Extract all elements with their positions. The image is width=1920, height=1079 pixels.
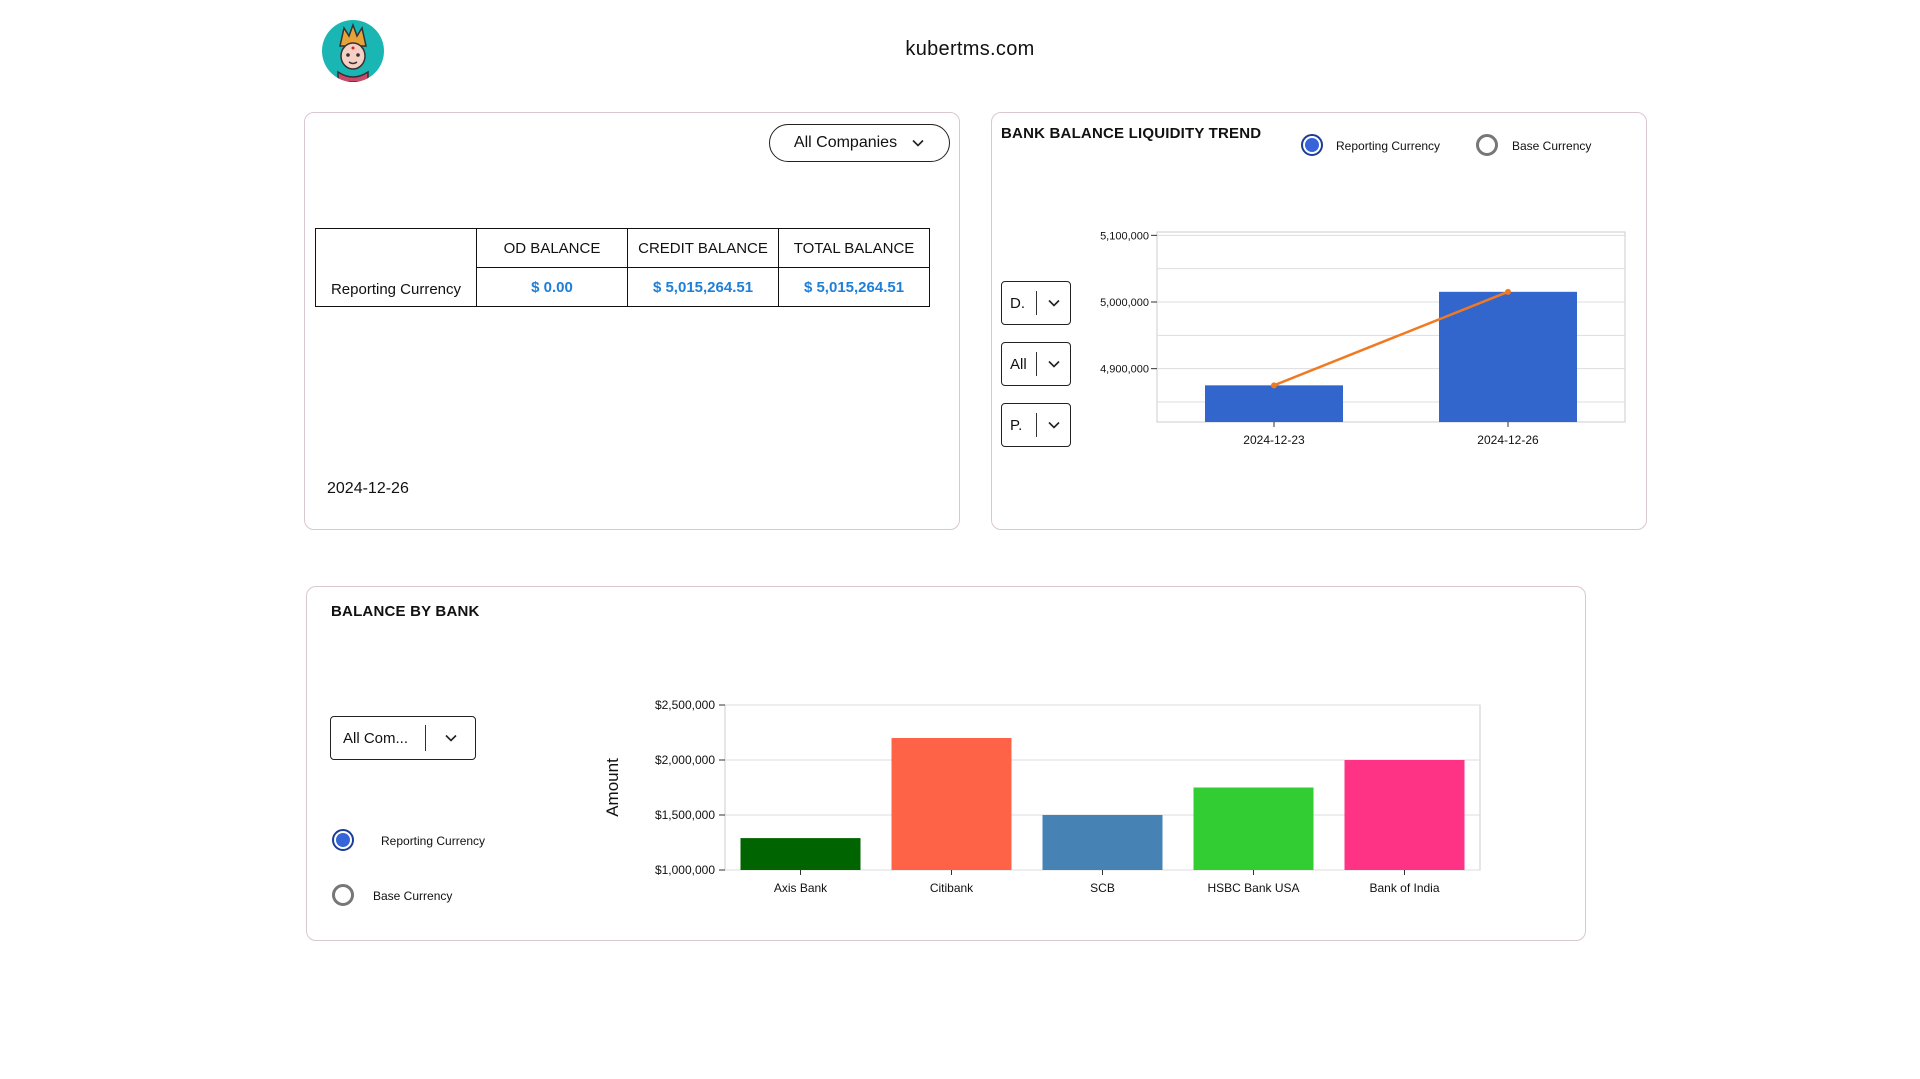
- y-tick-label: 5,100,000: [1100, 230, 1149, 242]
- row-label: Reporting Currency: [315, 228, 477, 307]
- y-tick-label: $2,500,000: [655, 698, 715, 712]
- bank-reporting-currency-radio[interactable]: [332, 829, 354, 851]
- trend-bank-select[interactable]: P.: [1001, 403, 1071, 447]
- y-axis-label: Amount: [603, 758, 622, 817]
- y-tick-label: 5,000,000: [1100, 297, 1149, 309]
- balance-date: 2024-12-26: [327, 480, 409, 497]
- chevron-down-icon: [1047, 299, 1060, 307]
- column-header-od: OD BALANCE: [476, 228, 628, 268]
- x-tick-label: Bank of India: [1369, 881, 1439, 895]
- bank-base-currency-radio[interactable]: [332, 884, 354, 906]
- trend-company-select[interactable]: All: [1001, 342, 1071, 386]
- trend-point: [1505, 288, 1511, 295]
- x-tick-label: SCB: [1090, 881, 1115, 895]
- balance-table: Reporting Currency OD BALANCE CREDIT BAL…: [315, 228, 930, 307]
- x-tick-label: Citibank: [930, 881, 974, 895]
- bar: [1042, 815, 1163, 870]
- bar: [1205, 385, 1343, 422]
- chevron-down-icon: [444, 734, 457, 742]
- column-header-credit: CREDIT BALANCE: [627, 228, 779, 268]
- column-header-total: TOTAL BALANCE: [778, 228, 930, 268]
- credit-balance-value: $ 5,015,264.51: [627, 267, 779, 307]
- chevron-down-icon: [1047, 421, 1060, 429]
- total-balance-value: $ 5,015,264.51: [778, 267, 930, 307]
- trend-bank-value: P.: [1010, 416, 1023, 434]
- y-tick-label: 4,900,000: [1100, 364, 1149, 376]
- trend-period-select[interactable]: D.: [1001, 281, 1071, 325]
- x-tick-label: 2024-12-23: [1243, 433, 1305, 447]
- trend-reporting-currency-label: Reporting Currency: [1336, 139, 1441, 153]
- trend-period-value: D.: [1010, 294, 1025, 312]
- trend-company-value: All: [1010, 355, 1027, 373]
- x-tick-label: Axis Bank: [774, 881, 828, 895]
- od-balance-value: $ 0.00: [476, 267, 628, 307]
- chevron-down-icon: [1047, 360, 1060, 368]
- bank-company-value: All Com...: [343, 729, 409, 747]
- x-tick-label: HSBC Bank USA: [1207, 881, 1299, 895]
- bank-company-select[interactable]: All Com...: [330, 716, 476, 760]
- bank-reporting-currency-label: Reporting Currency: [381, 834, 486, 848]
- bar: [740, 838, 861, 870]
- x-tick-label: 2024-12-26: [1477, 433, 1539, 447]
- bar: [1193, 787, 1314, 870]
- trend-title: BANK BALANCE LIQUIDITY TREND: [1001, 125, 1262, 142]
- bar: [891, 738, 1012, 870]
- trend-reporting-currency-radio[interactable]: [1301, 134, 1323, 156]
- trend-base-currency-label: Base Currency: [1512, 139, 1592, 153]
- trend-base-currency-radio[interactable]: [1476, 134, 1498, 156]
- y-tick-label: $1,000,000: [655, 863, 715, 877]
- site-name: kubertms.com: [905, 38, 1035, 60]
- bank-title: BALANCE BY BANK: [331, 603, 480, 620]
- company-dropdown[interactable]: All Companies: [769, 124, 950, 162]
- balance-by-bank-chart: $1,000,000 $1,500,000 $2,000,000 $2,500,000…: [603, 698, 1481, 895]
- bar: [1344, 760, 1465, 870]
- bank-base-currency-label: Base Currency: [373, 889, 453, 903]
- trend-point: [1271, 382, 1277, 389]
- chevron-down-icon: [912, 139, 924, 147]
- balance-summary-card: [304, 112, 960, 530]
- y-tick-label: $2,000,000: [655, 753, 715, 767]
- liquidity-trend-chart: 4,900,000 5,000,000 5,100,000 2024-12-23 202…: [1100, 230, 1626, 447]
- y-tick-label: $1,500,000: [655, 808, 715, 822]
- company-dropdown-label: All Companies: [793, 134, 898, 151]
